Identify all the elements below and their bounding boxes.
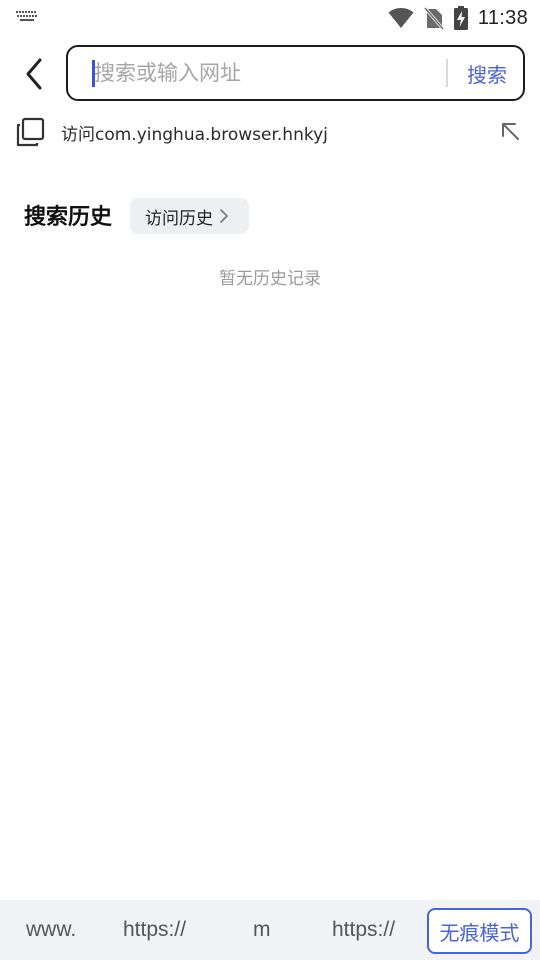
- search-button[interactable]: 搜索: [456, 55, 518, 91]
- no-sim-icon: [423, 7, 444, 30]
- quick-item-www[interactable]: www.: [26, 914, 76, 946]
- battery-charging-icon: [453, 6, 468, 30]
- text-cursor: [92, 60, 95, 87]
- back-button[interactable]: [14, 52, 54, 96]
- status-bar: 11:38: [0, 0, 540, 36]
- status-icons: 11:38: [388, 6, 528, 30]
- visit-history-label: 访问历史: [145, 208, 213, 229]
- arrow-up-left-icon[interactable]: [497, 119, 523, 145]
- empty-history-message: 暂无历史记录: [219, 269, 321, 289]
- visit-history-button[interactable]: 访问历史: [130, 198, 249, 234]
- chevron-left-icon: [26, 58, 42, 90]
- search-divider: [446, 59, 448, 87]
- quick-item-https[interactable]: https://: [123, 914, 186, 946]
- suggestion-row[interactable]: 访问com.yinghua.browser.hnkyj: [0, 110, 540, 154]
- copy-icon: [16, 117, 45, 147]
- search-input[interactable]: [94, 55, 414, 91]
- search-box[interactable]: 搜索: [66, 45, 525, 101]
- status-time: 11:38: [477, 6, 528, 29]
- chevron-right-icon: [220, 209, 228, 223]
- suggestion-text: 访问com.yinghua.browser.hnkyj: [61, 125, 328, 145]
- incognito-mode-button[interactable]: 无痕模式: [427, 908, 532, 954]
- quick-item-m[interactable]: m: [253, 914, 271, 946]
- keyboard-icon: [16, 11, 37, 21]
- search-history-title: 搜索历史: [24, 205, 113, 230]
- wifi-icon: [388, 8, 414, 28]
- quick-item-https-2[interactable]: https://: [332, 914, 395, 946]
